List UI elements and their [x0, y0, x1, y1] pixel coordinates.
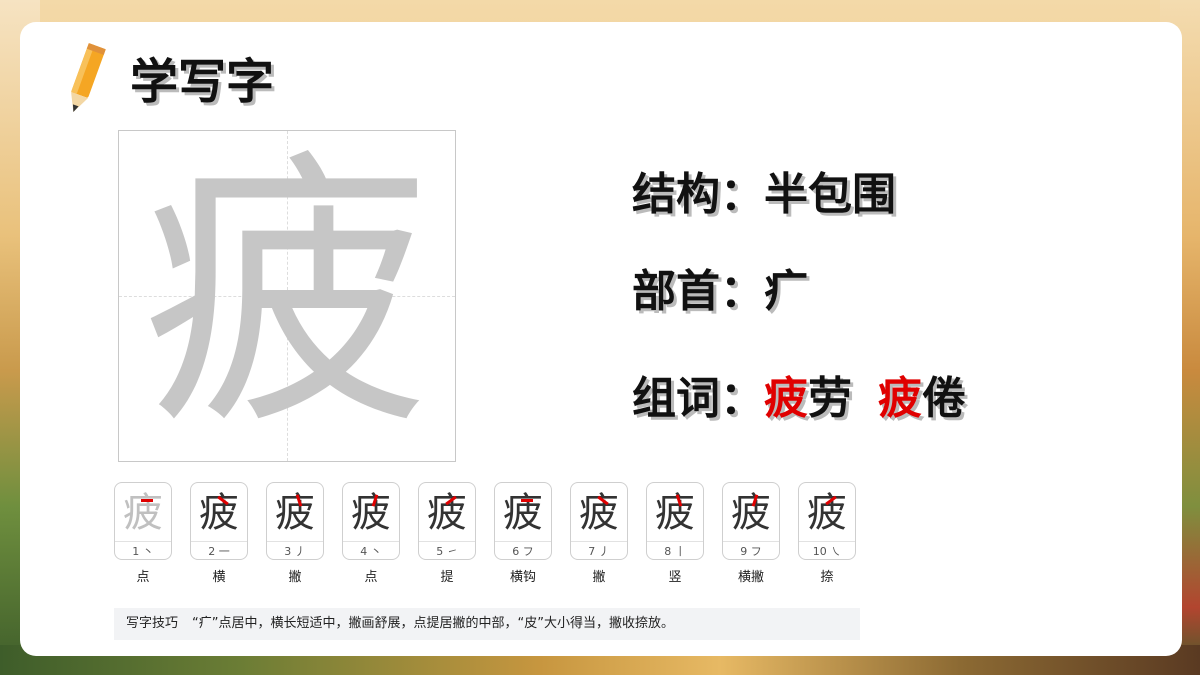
- stroke-index: 6: [512, 545, 520, 558]
- stroke-index: 9: [740, 545, 748, 558]
- structure-line: 结构：半包围: [632, 158, 896, 222]
- writing-tip-text: “疒”点居中，横长短适中，撇画舒展，点提居撇的中部，“皮”大小得当，撇收捺放。: [192, 616, 674, 631]
- radical-line: 部首：疒: [632, 255, 808, 319]
- stroke-character: 疲: [123, 490, 163, 536]
- stroke-step: 疲3 丿撇: [266, 482, 326, 585]
- stroke-shape: 丿: [598, 545, 610, 558]
- structure-value: 半包围: [764, 169, 896, 220]
- stroke-tile: 疲 6 フ: [494, 482, 552, 560]
- stroke-number: 5 ㇀: [419, 543, 475, 559]
- stroke-character: 疲: [731, 490, 771, 536]
- current-stroke-highlight: [141, 499, 153, 502]
- stroke-number: 10 ㇏: [799, 543, 855, 559]
- stroke-tile: 疲 10 ㇏: [798, 482, 856, 560]
- stroke-index: 7: [588, 545, 596, 558]
- stroke-index: 10: [812, 545, 827, 558]
- radical-value: 疒: [764, 266, 808, 317]
- word-2-highlight: 疲: [878, 373, 922, 424]
- stroke-number: 9 フ: [723, 543, 779, 559]
- stroke-shape: 丶: [142, 545, 154, 558]
- stroke-number: 1 丶: [115, 543, 171, 559]
- stroke-number: 7 丿: [571, 543, 627, 559]
- stroke-character: 疲: [351, 490, 391, 536]
- stroke-number: 2 一: [191, 543, 247, 559]
- stroke-name: 横撇: [737, 570, 764, 585]
- stroke-shape: 丨: [674, 545, 686, 558]
- stroke-name: 点: [364, 570, 378, 585]
- stroke-tile: 疲 1 丶: [114, 482, 172, 560]
- writing-tip: 写字技巧 “疒”点居中，横长短适中，撇画舒展，点提居撇的中部，“皮”大小得当，撇收…: [114, 608, 860, 640]
- stroke-tile: 疲2 一: [190, 482, 248, 560]
- stroke-step: 疲4 丶点: [342, 482, 402, 585]
- stroke-shape: フ: [522, 545, 534, 558]
- stroke-step: 疲7 丿撇: [570, 482, 630, 585]
- stroke-tile: 疲8 丨: [646, 482, 704, 560]
- stroke-shape: 丶: [370, 545, 382, 558]
- stroke-tile: 疲7 丿: [570, 482, 628, 560]
- character-grid: 疲: [118, 130, 456, 462]
- stroke-step: 疲1 丶点: [114, 482, 174, 585]
- stroke-name: 横钩: [509, 570, 536, 585]
- word-2-rest: 倦: [922, 373, 966, 424]
- stroke-name: 横: [212, 570, 226, 585]
- practice-character: 疲: [142, 127, 432, 464]
- words-label: 组词：: [632, 373, 764, 424]
- pencil-icon: [71, 43, 106, 112]
- stroke-index: 3: [284, 545, 292, 558]
- word-group-line: 组词：疲劳 疲倦: [632, 362, 966, 426]
- stroke-shape: フ: [750, 545, 762, 558]
- stroke-step: 疲8 丨竖: [646, 482, 706, 585]
- stroke-number: 3 丿: [267, 543, 323, 559]
- stroke-shape: 一: [218, 545, 230, 558]
- stroke-tile: 疲3 丿: [266, 482, 324, 560]
- structure-label: 结构：: [632, 169, 764, 220]
- stroke-name: 撇: [592, 570, 606, 585]
- page-title: 学写字: [130, 54, 275, 110]
- stroke-shape: 丿: [294, 545, 306, 558]
- stroke-tile: 疲 5 ㇀: [418, 482, 476, 560]
- stroke-number: 4 丶: [343, 543, 399, 559]
- stroke-index: 2: [208, 545, 216, 558]
- stroke-character: 疲: [503, 490, 543, 536]
- stroke-name: 提: [440, 570, 454, 585]
- stroke-index: 1: [132, 545, 140, 558]
- stroke-shape: ㇏: [830, 545, 842, 558]
- word-1-rest: 劳: [808, 373, 852, 424]
- stroke-name: 点: [136, 570, 150, 585]
- stroke-name: 撇: [288, 570, 302, 585]
- stroke-character: 疲: [427, 490, 467, 536]
- stroke-name: 捺: [820, 570, 834, 585]
- stroke-number: 8 丨: [647, 543, 703, 559]
- stroke-index: 5: [436, 545, 444, 558]
- word-1-highlight: 疲: [764, 373, 808, 424]
- stroke-step: 疲2 一横: [190, 482, 250, 585]
- stroke-step: 疲 5 ㇀提: [418, 482, 478, 585]
- stroke-tile: 疲 4 丶: [342, 482, 400, 560]
- stroke-index: 8: [664, 545, 672, 558]
- current-stroke-highlight: [521, 499, 533, 502]
- stroke-index: 4: [360, 545, 368, 558]
- stroke-character: 疲: [807, 490, 847, 536]
- stroke-step: 疲 6 フ横钩: [494, 482, 554, 585]
- writing-tip-label: 写字技巧: [126, 616, 179, 631]
- stroke-step: 疲 9 フ横撇: [722, 482, 782, 585]
- stroke-step: 疲 10 ㇏捺: [798, 482, 858, 585]
- stroke-name: 竖: [668, 570, 682, 585]
- stroke-tile: 疲 9 フ: [722, 482, 780, 560]
- stroke-shape: ㇀: [446, 545, 458, 558]
- stroke-number: 6 フ: [495, 543, 551, 559]
- radical-label: 部首：: [632, 266, 764, 317]
